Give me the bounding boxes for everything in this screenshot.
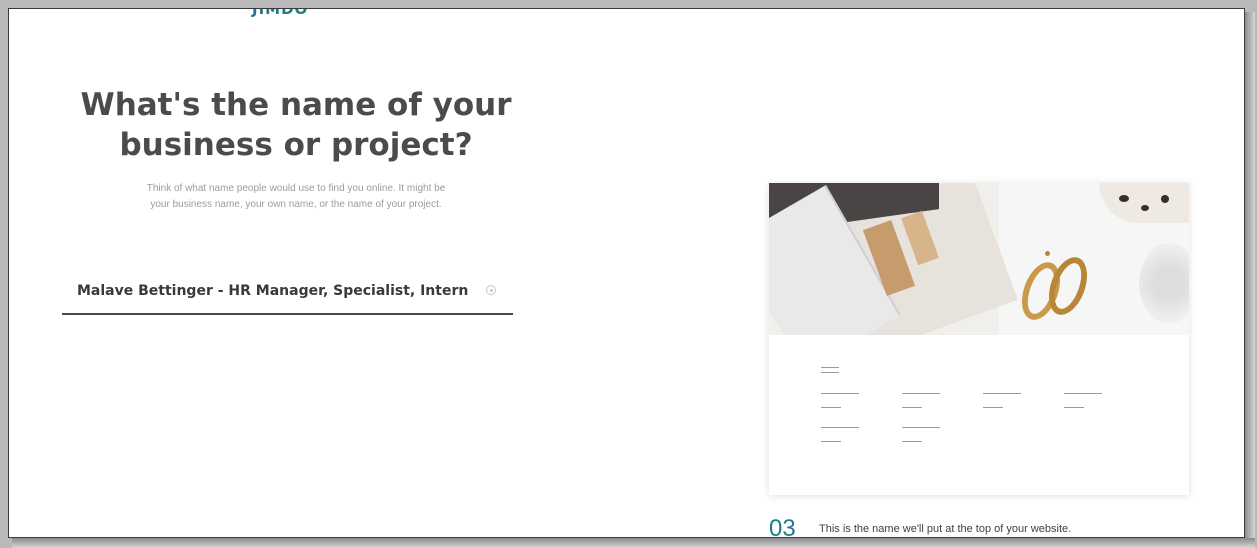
browser-viewport: JIMDO What's the name of your business o…	[8, 8, 1245, 538]
nav-placeholder-line	[902, 427, 940, 428]
caption-text: This is the name we'll put at the top of…	[819, 523, 1072, 535]
nav-placeholder-line	[1064, 407, 1084, 408]
photo-spot	[1141, 205, 1149, 211]
nav-placeholder-line	[821, 441, 841, 442]
helper-text: Think of what name people would use to f…	[81, 181, 511, 213]
photo-spot	[1119, 195, 1129, 202]
nav-placeholder-line	[821, 427, 859, 428]
menu-icon-line	[821, 372, 839, 373]
frame-shadow-right	[1245, 12, 1255, 542]
preview-navigation-placeholder	[769, 335, 1189, 465]
business-name-field	[62, 273, 513, 315]
nav-placeholder-line	[902, 407, 922, 408]
frame-shadow-bottom	[12, 538, 1255, 548]
menu-icon-line	[821, 367, 839, 368]
business-name-input[interactable]	[77, 279, 477, 303]
logo-text: JIMDO	[252, 8, 309, 18]
photo-spot	[1161, 195, 1169, 203]
nav-placeholder-line	[902, 393, 940, 394]
nav-placeholder-line	[821, 407, 841, 408]
page-title: What's the name of your business or proj…	[71, 85, 521, 165]
helper-text-line2: your business name, your own name, or th…	[150, 199, 442, 210]
step-number: 03	[769, 515, 796, 538]
nav-placeholder-line	[983, 407, 1003, 408]
clear-icon-dot	[490, 289, 493, 292]
photo-earring-stud	[1045, 251, 1050, 256]
nav-placeholder-line	[902, 441, 922, 442]
page-title-line1: What's the name of your	[80, 87, 512, 123]
helper-text-line1: Think of what name people would use to f…	[146, 183, 446, 194]
preview-caption: 03 This is the name we'll put at the top…	[769, 517, 1169, 538]
nav-placeholder-line	[821, 393, 859, 394]
website-preview-card	[769, 183, 1189, 495]
nav-placeholder-line	[983, 393, 1021, 394]
page-title-line2: business or project?	[119, 127, 473, 163]
clear-icon[interactable]	[486, 285, 496, 295]
preview-hero-image	[769, 183, 1189, 335]
nav-placeholder-line	[1064, 393, 1102, 394]
